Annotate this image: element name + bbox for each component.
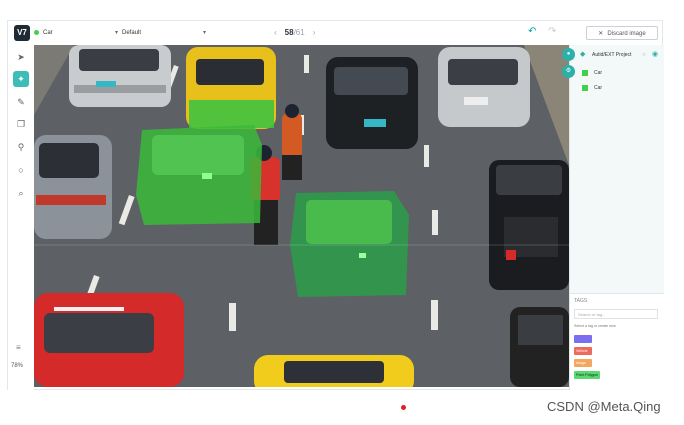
class-select-value: Car [43,30,53,36]
image-pager: ‹ 58/61 › [266,26,323,40]
keypoint-icon[interactable]: ⚲ [13,139,29,155]
v7-logo: V7 [14,25,30,41]
tag-search-input[interactable]: Search or tag... [574,309,658,319]
watermark: CSDN @Meta.Qing [547,399,661,414]
annotations-panel: ● ⚙ ◆ Autid/EXT Project ○ ◉ Car Car TAGS… [562,45,664,391]
layers-icon: ◆ [580,51,586,58]
polygon-icon [582,85,588,91]
panel-header: ◆ Autid/EXT Project ○ ◉ [570,47,664,63]
undo-icon[interactable]: ↶ [528,26,536,37]
street-image [34,45,569,387]
tag-chip[interactable] [574,335,592,343]
class-select[interactable]: Car ▾ [34,26,120,40]
tags-section: TAGS Search or tag... Select a tag or cr… [570,293,664,391]
pointer-icon[interactable]: ➤ [13,49,29,65]
eye-icon[interactable]: ◉ [652,47,658,63]
annotation-label: Car [594,85,603,91]
discard-image-button[interactable]: ✕ Discard image [586,26,658,40]
image-canvas[interactable] [34,45,569,387]
circle-icon[interactable]: ○ [642,47,646,63]
copy-icon[interactable]: ❐ [13,116,29,132]
menu-icon[interactable]: ≡ [16,343,21,352]
tool-sidebar: ➤ ✦ ✎ ❐ ⚲ ○ ⌕ ≡ 78% [8,45,34,390]
tag-chip[interactable]: Vehicle [574,347,592,355]
polygon-icon [582,70,588,76]
redo-icon[interactable]: ↷ [548,26,556,37]
tag-chip[interactable]: Image [574,359,592,367]
tag-chip[interactable]: Point Polygon [574,371,601,379]
preset-select[interactable]: Default ▾ [122,26,208,40]
annotation-app: V7 Car ▾ Default ▾ ‹ 58/61 › ↶ ↷ ✕ Discard … [7,20,664,391]
page-total: /61 [293,28,305,37]
zoom-level: 78% [11,363,24,369]
auto-annotate-icon[interactable]: ✦ [13,71,29,87]
tags-title: TAGS [574,298,588,304]
search-icon[interactable]: ⌕ [13,185,29,201]
chevron-down-icon: ▾ [114,30,118,36]
chevron-left-icon[interactable]: ‹ [274,28,277,37]
brush-icon[interactable]: ✎ [13,94,29,110]
discard-label: Discard image [607,31,646,37]
ellipse-icon[interactable]: ○ [13,162,29,178]
close-icon: ✕ [598,31,604,37]
annotation-item[interactable]: Car [570,81,664,95]
annotation-item[interactable]: Car [570,66,664,80]
panel-title: Autid/EXT Project [592,52,632,58]
top-bar: V7 Car ▾ Default ▾ ‹ 58/61 › ↶ ↷ ✕ Discard … [8,21,662,46]
preset-select-value: Default [122,30,142,36]
chevron-right-icon[interactable]: › [313,28,316,37]
chevron-down-icon: ▾ [202,30,206,36]
annotation-label: Car [594,70,603,76]
recording-dot [401,405,406,410]
class-color-dot [34,29,39,35]
page-current: 58 [284,28,294,37]
tags-hint: Select a tag or create new [574,324,616,328]
